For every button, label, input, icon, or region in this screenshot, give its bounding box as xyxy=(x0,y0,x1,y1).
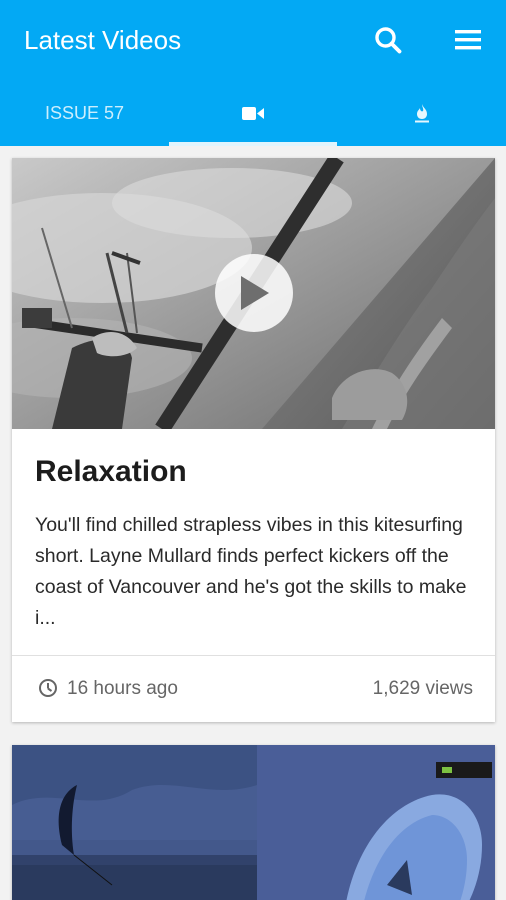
tab-issue-label: ISSUE 57 xyxy=(44,102,125,123)
clock-icon xyxy=(39,679,57,697)
flame-icon xyxy=(414,104,429,123)
tab-trending[interactable] xyxy=(337,80,506,146)
video-meta: 16 hours ago 1,629 views xyxy=(12,656,495,722)
video-camera-icon xyxy=(242,106,264,120)
video-card[interactable]: Relaxation You'll find chilled strapless… xyxy=(12,158,495,722)
video-thumbnail[interactable] xyxy=(12,158,495,429)
app-bar: Latest Videos ISSUE 57 xyxy=(0,0,506,146)
page-title: Latest Videos xyxy=(24,25,182,55)
search-icon xyxy=(375,27,402,54)
active-tab-indicator xyxy=(169,142,337,146)
menu-icon xyxy=(455,30,481,50)
video-description: You'll find chilled strapless vibes in t… xyxy=(35,514,467,629)
tab-bar: ISSUE 57 xyxy=(0,80,506,146)
kite-promo-photo xyxy=(12,745,495,900)
play-button[interactable] xyxy=(215,254,293,332)
tab-issue[interactable]: ISSUE 57 xyxy=(0,80,169,146)
search-button[interactable] xyxy=(370,22,406,58)
video-view-count: 1,629 views xyxy=(372,678,473,699)
video-card[interactable] xyxy=(12,745,495,900)
video-thumbnail[interactable] xyxy=(12,745,495,900)
video-title: Relaxation xyxy=(35,455,187,488)
play-icon xyxy=(241,276,269,310)
menu-button[interactable] xyxy=(450,22,486,58)
video-time-ago: 16 hours ago xyxy=(67,678,178,699)
tab-videos[interactable] xyxy=(169,80,337,146)
